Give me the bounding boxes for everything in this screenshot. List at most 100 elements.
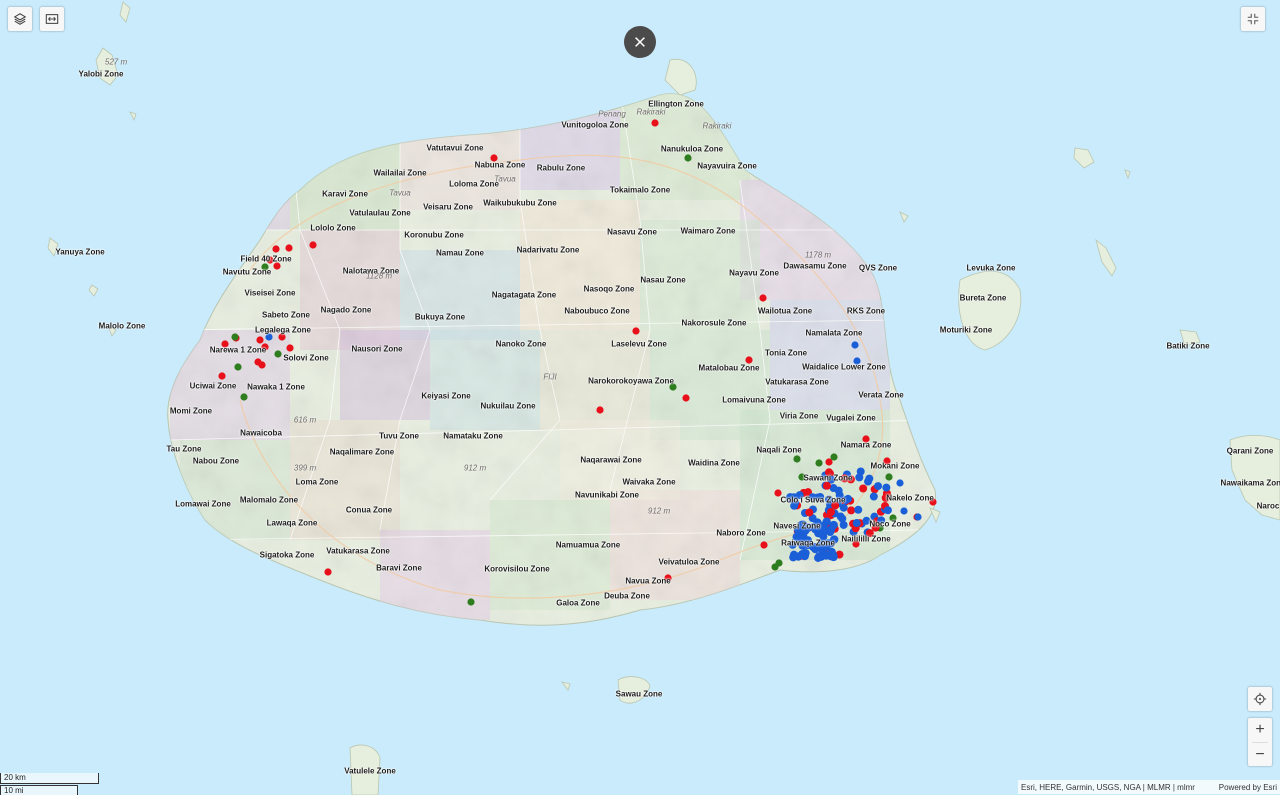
zone-label: Naqali Zone: [756, 445, 802, 455]
zone-label: Nayavuira Zone: [697, 161, 757, 171]
powered-by-esri[interactable]: Powered by Esri: [1219, 783, 1277, 792]
green-marker[interactable]: [274, 350, 282, 358]
red-marker[interactable]: [256, 336, 264, 344]
blue-marker[interactable]: [900, 507, 908, 515]
zone-label: Koronubu Zone: [404, 230, 464, 240]
layers-button[interactable]: [8, 7, 32, 31]
blue-marker[interactable]: [896, 479, 904, 487]
green-marker[interactable]: [240, 393, 248, 401]
red-marker[interactable]: [324, 568, 332, 576]
red-marker[interactable]: [596, 406, 604, 414]
red-marker[interactable]: [309, 241, 317, 249]
zone-label: Nasau Zone: [640, 275, 686, 285]
zone-label: Loloma Zone: [449, 179, 499, 189]
scale-bar-km: 20 km: [0, 773, 99, 784]
blue-marker[interactable]: [851, 341, 859, 349]
blue-marker[interactable]: [856, 467, 865, 476]
red-marker[interactable]: [651, 119, 659, 127]
red-marker[interactable]: [822, 481, 831, 490]
red-marker[interactable]: [272, 245, 280, 253]
blue-marker[interactable]: [883, 506, 892, 515]
green-marker[interactable]: [234, 363, 242, 371]
red-marker[interactable]: [760, 541, 768, 549]
red-marker[interactable]: [286, 344, 294, 352]
zoom-out-label: −: [1255, 746, 1265, 763]
blue-marker[interactable]: [869, 492, 878, 501]
blue-marker[interactable]: [859, 484, 868, 493]
basemap: [47, 1, 1280, 795]
green-marker[interactable]: [885, 473, 893, 481]
zone-label: Tuvu Zone: [379, 431, 419, 441]
red-marker[interactable]: [827, 507, 836, 516]
map-view[interactable]: Yalobi Zone Ellington Zone Vunitogoloa Zon…: [0, 0, 1280, 795]
zone-label: Bukuya Zone: [414, 312, 466, 322]
green-marker[interactable]: [467, 598, 475, 606]
attribution-sources[interactable]: Esri, HERE, Garmin, USGS, NGA | MLMR | m…: [1021, 783, 1195, 792]
green-marker[interactable]: [815, 459, 823, 467]
zone-label: Baravi Zone: [376, 563, 422, 573]
zone-label: Bureta Zone: [959, 293, 1007, 303]
blue-marker[interactable]: [805, 508, 814, 517]
zone-label: Tau Zone: [166, 444, 202, 454]
zone-label: Vugalei Zone: [826, 413, 876, 423]
place-label: Rakiraki: [702, 121, 732, 131]
zone-label: Vunitogoloa Zone: [561, 120, 629, 130]
red-marker[interactable]: [854, 505, 863, 514]
zone-label: Wailailai Zone: [373, 168, 427, 178]
scale-bar-mi: 10 mi: [0, 785, 78, 795]
zone-label: Uciwai Zone: [189, 381, 237, 391]
blue-marker[interactable]: [882, 483, 891, 492]
red-marker[interactable]: [632, 327, 640, 335]
zoom-in-button[interactable]: +: [1248, 718, 1272, 742]
place-label: 527 m: [104, 57, 128, 67]
blue-marker[interactable]: [801, 548, 810, 558]
red-marker[interactable]: [285, 244, 293, 252]
zone-label: Field 40 Zone: [240, 254, 292, 264]
red-marker[interactable]: [838, 514, 847, 523]
zone-label: QVS Zone: [858, 263, 898, 273]
zone-label: Nabou Zone: [192, 456, 240, 466]
blue-marker[interactable]: [821, 551, 831, 560]
blue-marker[interactable]: [852, 519, 861, 528]
red-marker[interactable]: [218, 372, 226, 380]
zone-label: Narewa 1 Zone: [209, 345, 267, 355]
locate-icon: [1253, 692, 1267, 706]
red-marker[interactable]: [682, 394, 690, 402]
zoom-out-button[interactable]: −: [1248, 743, 1272, 767]
green-marker[interactable]: [771, 563, 779, 571]
locate-button[interactable]: [1248, 687, 1272, 711]
zone-label: Lomaivuna Zone: [722, 395, 786, 405]
red-marker[interactable]: [847, 506, 856, 515]
red-marker[interactable]: [258, 361, 266, 369]
zone-label: Nawaka 1 Zone: [247, 382, 305, 392]
zone-label: Nakorosule Zone: [681, 318, 747, 328]
place-label: Tavua: [389, 188, 411, 198]
close-button[interactable]: [624, 26, 656, 58]
zoom-controls: + −: [1248, 718, 1272, 766]
green-marker[interactable]: [830, 453, 838, 461]
green-marker[interactable]: [684, 154, 692, 162]
zone-label: Nayavu Zone: [729, 268, 779, 278]
zone-label: Moturiki Zone: [939, 325, 993, 335]
red-marker[interactable]: [759, 294, 767, 302]
zone-label: Matalobau Zone: [698, 363, 760, 373]
place-label: 399 m: [293, 463, 317, 473]
zone-label: Naqarawai Zone: [580, 455, 642, 465]
green-marker[interactable]: [793, 455, 801, 463]
place-label: 1178 m: [804, 250, 832, 260]
zone-label: Sabeto Zone: [261, 310, 311, 320]
fullscreen-button[interactable]: [1241, 7, 1265, 31]
attribution-bar: Esri, HERE, Garmin, USGS, NGA | MLMR | m…: [1018, 780, 1280, 794]
blue-marker[interactable]: [864, 477, 873, 486]
green-marker[interactable]: [231, 333, 239, 341]
zone-label: Yalobi Zone: [78, 69, 124, 79]
blue-marker[interactable]: [834, 486, 843, 495]
zoom-in-label: +: [1255, 721, 1265, 738]
zone-label: Vatukarasa Zone: [326, 546, 390, 556]
zone-label: Navutu Zone: [222, 267, 272, 277]
zone-label: Nagado Zone: [320, 305, 372, 315]
blue-marker[interactable]: [914, 513, 922, 521]
zone-label: Veisaru Zone: [423, 202, 473, 212]
swipe-button[interactable]: [40, 7, 64, 31]
blue-marker[interactable]: [874, 482, 883, 491]
